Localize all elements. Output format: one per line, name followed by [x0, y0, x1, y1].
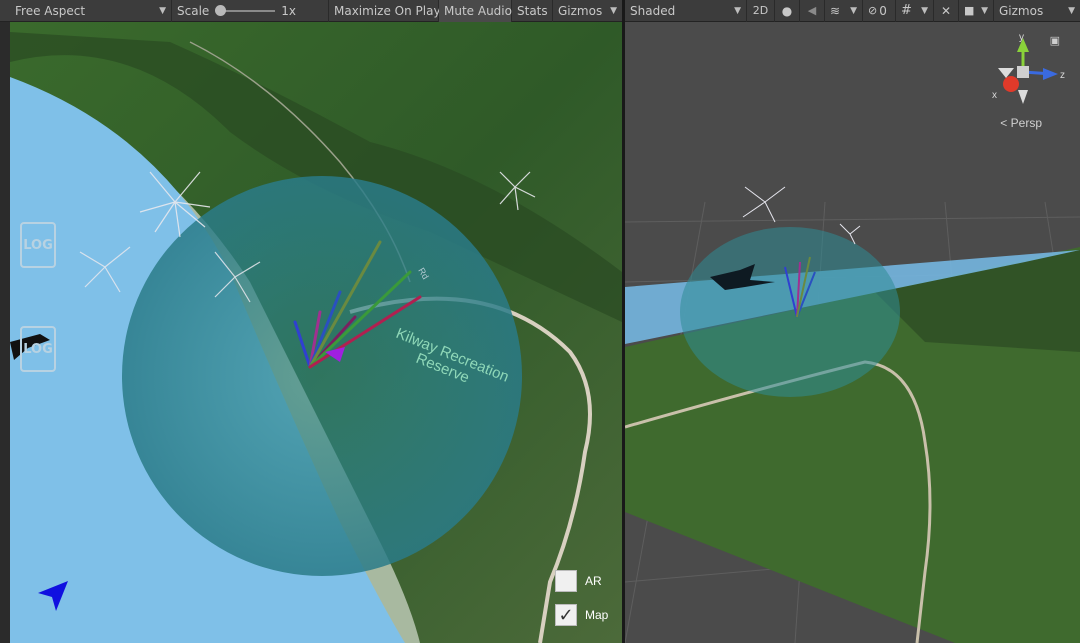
eye-slash-icon: ⊘ — [868, 4, 878, 17]
log-badge-1[interactable]: LOG — [20, 222, 56, 268]
persp-arrow-icon: < — [1000, 116, 1008, 130]
ar-checkbox[interactable] — [555, 570, 577, 592]
game-gizmos-dropdown[interactable]: Gizmos ▼ — [553, 0, 622, 22]
game-map-canvas: Kilway Recreation Reserve Rd — [10, 22, 622, 643]
stats-label: Stats — [517, 3, 548, 18]
chevron-down-icon: ▼ — [159, 5, 166, 16]
camera-dropdown[interactable]: ■ ▼ — [959, 0, 994, 22]
gizmo-y-label: y — [1019, 32, 1024, 43]
left-edge-panel — [0, 22, 10, 643]
log-label-1: LOG — [23, 237, 53, 253]
scene-visibility-toggle[interactable]: ⊘ 0 — [863, 0, 896, 22]
map-toggle-label: Map — [585, 608, 609, 622]
mode-2d-label: 2D — [752, 4, 769, 17]
scene-detection-sphere — [680, 227, 900, 397]
chevron-down-icon: ▼ — [921, 5, 928, 16]
ar-toggle[interactable]: AR — [555, 570, 602, 592]
lock-icon[interactable]: ▣ — [1050, 34, 1060, 47]
map-toggle[interactable]: ✓ Map — [555, 604, 608, 626]
chevron-down-icon: ▼ — [850, 5, 857, 16]
lightbulb-icon: ● — [781, 3, 793, 18]
shading-label: Shaded — [630, 3, 676, 18]
grid-dropdown[interactable]: # ▼ — [896, 0, 934, 22]
gizmo-z-label: z — [1060, 70, 1065, 81]
scene-gizmos-dropdown[interactable]: Gizmos ▼ — [994, 0, 1080, 22]
mode-2d-button[interactable]: 2D — [747, 0, 775, 22]
log-badge-2[interactable]: LOG — [20, 326, 56, 372]
scale-slider-knob[interactable] — [215, 4, 227, 16]
scene-toolbar: Shaded ▼ 2D ● ◀ ≋ ▼ ⊘ 0 # ▼ ✕ ■ ▼ Gizmos… — [625, 0, 1080, 22]
aspect-dropdown[interactable]: Free Aspect ▼ — [0, 0, 172, 22]
maximize-on-play-button[interactable]: Maximize On Play — [329, 0, 441, 22]
persp-label: Persp — [1010, 116, 1042, 130]
chevron-down-icon: ▼ — [981, 5, 988, 16]
game-viewport[interactable]: Kilway Recreation Reserve Rd LOG LOG AR … — [10, 22, 622, 643]
game-gizmos-label: Gizmos — [558, 3, 603, 18]
stats-button[interactable]: Stats — [512, 0, 553, 22]
ar-toggle-label: AR — [585, 574, 602, 588]
speaker-icon: ◀ — [807, 4, 817, 17]
maximize-label: Maximize On Play — [334, 3, 441, 18]
scene-gizmos-label: Gizmos — [999, 3, 1044, 18]
effects-icon: ≋ — [830, 3, 841, 18]
tools-icon: ✕ — [940, 3, 952, 18]
aspect-label: Free Aspect — [15, 3, 86, 18]
chevron-down-icon: ▼ — [1068, 5, 1075, 16]
hidden-count: 0 — [879, 3, 887, 18]
scale-value: 1x — [281, 3, 297, 18]
shading-dropdown[interactable]: Shaded ▼ — [625, 0, 747, 22]
grid-icon: # — [901, 3, 912, 18]
navigation-arrow-icon[interactable] — [34, 577, 74, 617]
mute-label: Mute Audio — [444, 3, 512, 18]
chevron-down-icon: ▼ — [610, 5, 617, 16]
mute-audio-button[interactable]: Mute Audio — [439, 0, 512, 22]
scale-slider[interactable] — [215, 4, 276, 16]
scale-control[interactable]: Scale 1x — [172, 0, 329, 22]
map-checkbox[interactable]: ✓ — [555, 604, 577, 626]
log-label-2: LOG — [23, 341, 53, 357]
projection-toggle[interactable]: < Persp — [1000, 116, 1042, 130]
tools-button[interactable]: ✕ — [934, 0, 959, 22]
lighting-toggle[interactable]: ● — [775, 0, 800, 22]
checkmark-icon: ✓ — [558, 604, 574, 626]
gizmo-x-label: x — [992, 90, 997, 101]
camera-icon: ■ — [964, 4, 975, 17]
effects-dropdown[interactable]: ≋ ▼ — [825, 0, 863, 22]
audio-toggle[interactable]: ◀ — [800, 0, 825, 22]
scene-viewport[interactable]: y z x ▣ < Persp — [625, 22, 1080, 643]
scale-label: Scale — [177, 3, 210, 18]
game-toolbar: Free Aspect ▼ Scale 1x Maximize On Play … — [0, 0, 622, 22]
chevron-down-icon: ▼ — [734, 5, 741, 16]
